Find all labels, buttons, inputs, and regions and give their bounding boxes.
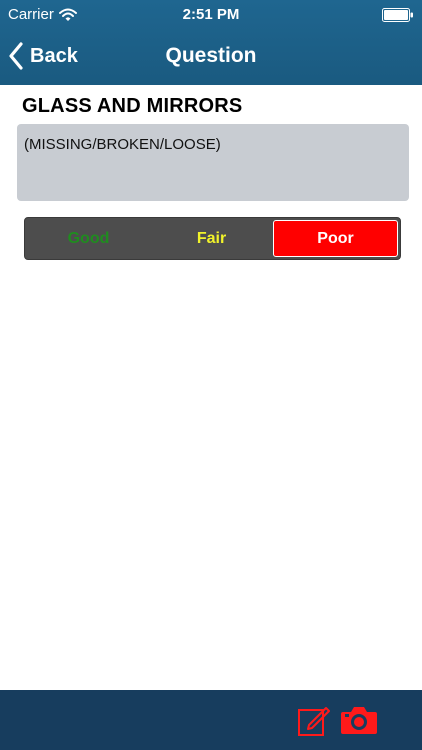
header: Carrier 2:51 PM Back Question	[0, 0, 422, 85]
rating-option-good[interactable]: Good	[27, 220, 150, 257]
rating-option-fair[interactable]: Fair	[150, 220, 273, 257]
status-time: 2:51 PM	[182, 6, 240, 23]
nav-bar: Back Question	[0, 30, 422, 85]
question-screen: Carrier 2:51 PM Back Question GLASS AND …	[0, 0, 422, 750]
question-title: GLASS AND MIRRORS	[22, 95, 243, 117]
question-description: (MISSING/BROKEN/LOOSE)	[17, 124, 409, 201]
page-title: Question	[165, 44, 257, 67]
bottom-toolbar	[0, 690, 422, 750]
rating-option-poor[interactable]: Poor	[273, 220, 398, 257]
camera-icon[interactable]	[340, 704, 378, 736]
status-bar: Carrier 2:51 PM	[0, 0, 422, 30]
edit-note-icon[interactable]	[297, 703, 331, 737]
battery-icon	[382, 8, 413, 22]
rating-segmented-control: Good Fair Poor	[24, 217, 401, 260]
